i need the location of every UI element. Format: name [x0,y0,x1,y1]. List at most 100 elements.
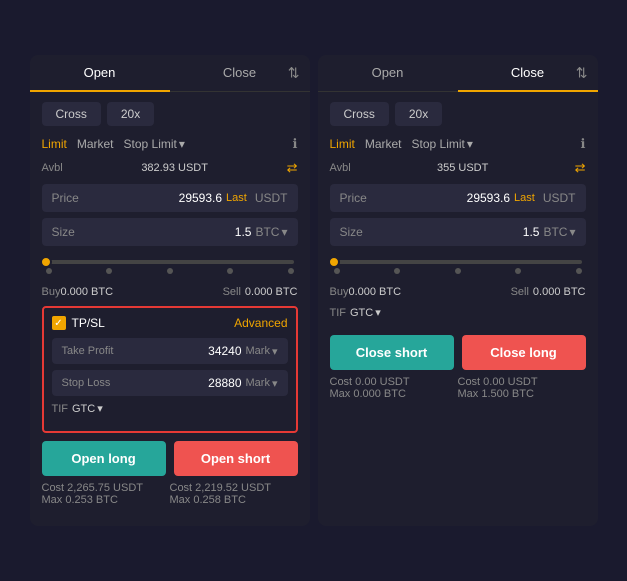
right-cross-leverage-row: Cross 20x [330,102,586,126]
sort-icon[interactable]: ⇅ [288,65,300,82]
take-profit-row[interactable]: Take Profit 34240 Mark ▾ [52,338,288,364]
right-short-cost-label: Cost 0.00 USDT [330,376,458,388]
leverage-button[interactable]: 20x [107,102,154,126]
right-tab-open[interactable]: Open [318,55,458,91]
chevron-down-icon: ▾ [467,137,473,151]
right-size-input-row[interactable]: Size 1.5 BTC ▾ [330,218,586,246]
open-short-button[interactable]: Open short [174,441,298,476]
right-long-max-label: Max 1.500 BTC [458,388,586,400]
tif-value-dropdown[interactable]: GTC ▾ [72,402,103,415]
right-last-label: Last [514,192,535,204]
left-panel: Open Close ⇅ Cross 20x Limit Market Stop… [30,55,310,526]
long-max-label: Max 0.253 BTC [42,494,170,506]
sell-value: 0.000 BTC [245,286,298,298]
avbl-value: 382.93 USDT [141,162,208,174]
sell-label: Sell [223,286,241,298]
short-cost-col: Cost 2,219.52 USDT Max 0.258 BTC [170,482,298,506]
stop-loss-label: Stop Loss [62,377,132,389]
right-price-value: 29593.6 [380,191,511,205]
long-cost-col: Cost 2,265.75 USDT Max 0.253 BTC [42,482,170,506]
size-value: 1.5 [92,225,252,239]
price-value: 29593.6 [92,191,223,205]
left-tab-open[interactable]: Open [30,55,170,92]
right-tab-bar: Open Close ⇅ [318,55,598,92]
size-currency-dropdown[interactable]: BTC ▾ [255,225,287,239]
right-tif-value-dropdown[interactable]: GTC ▾ [350,306,381,319]
right-price-currency: USDT [543,191,576,205]
right-size-currency-dropdown[interactable]: BTC ▾ [543,225,575,239]
right-cross-button[interactable]: Cross [330,102,389,126]
limit-button[interactable]: Limit [42,137,67,151]
close-long-button[interactable]: Close long [462,335,586,370]
cost-row: Cost 2,265.75 USDT Max 0.253 BTC Cost 2,… [42,482,298,506]
short-max-label: Max 0.258 BTC [170,494,298,506]
right-buy-sell-row: Buy 0.000 BTC Sell 0.000 BTC [330,286,586,298]
right-info-icon[interactable]: ℹ [581,136,586,152]
take-profit-value: 34240 [132,344,242,358]
stop-loss-mark-dropdown[interactable]: Mark ▾ [246,377,278,390]
size-label: Size [52,225,92,239]
market-button[interactable]: Market [77,137,114,151]
right-action-buttons-row: Close short Close long [330,335,586,370]
right-price-label: Price [340,191,380,205]
right-slider-dot-75 [515,268,521,274]
tpsl-checkbox[interactable]: ✓ TP/SL [52,316,105,330]
right-stop-limit-button[interactable]: Stop Limit ▾ [412,137,473,151]
right-short-cost-col: Cost 0.00 USDT Max 0.000 BTC [330,376,458,400]
right-avbl-label: Avbl [330,162,351,174]
chevron-down-icon: ▾ [569,225,575,239]
stop-loss-row[interactable]: Stop Loss 28880 Mark ▾ [52,370,288,396]
right-slider-dot-50 [455,268,461,274]
cross-leverage-row: Cross 20x [42,102,298,126]
slider-dot-0 [46,268,52,274]
size-input-row[interactable]: Size 1.5 BTC ▾ [42,218,298,246]
tpsl-header: ✓ TP/SL Advanced [52,316,288,330]
checkbox-checked: ✓ [52,316,66,330]
right-leverage-button[interactable]: 20x [395,102,442,126]
right-order-type-row: Limit Market Stop Limit ▾ ℹ [330,136,586,152]
right-tif-label: TIF [330,307,347,319]
sort-icon-right[interactable]: ⇅ [576,65,588,82]
slider-dot-25 [106,268,112,274]
tif-label: TIF [52,403,69,415]
short-cost-label: Cost 2,219.52 USDT [170,482,298,494]
right-slider-track[interactable] [334,260,582,264]
right-slider-dot-25 [394,268,400,274]
slider-dot-100 [288,268,294,274]
price-label: Price [52,191,92,205]
take-profit-label: Take Profit [62,345,132,357]
stop-limit-button[interactable]: Stop Limit ▾ [124,137,185,151]
close-short-button[interactable]: Close short [330,335,454,370]
slider-track[interactable] [46,260,294,264]
right-limit-button[interactable]: Limit [330,137,355,151]
advanced-button[interactable]: Advanced [234,316,287,330]
open-long-button[interactable]: Open long [42,441,166,476]
avbl-row: Avbl 382.93 USDT ⇄ [42,160,298,176]
right-slider-dot-0 [334,268,340,274]
right-avbl-row: Avbl 355 USDT ⇄ [330,160,586,176]
slider-dots [46,268,294,274]
tpsl-label: TP/SL [72,316,105,330]
cross-button[interactable]: Cross [42,102,101,126]
price-input-row[interactable]: Price 29593.6 Last USDT [42,184,298,212]
right-avbl-value: 355 USDT [437,162,488,174]
transfer-icon[interactable]: ⇄ [287,160,298,176]
right-transfer-icon[interactable]: ⇄ [575,160,586,176]
right-size-label: Size [340,225,380,239]
right-tif-row: TIF GTC ▾ [330,306,586,319]
tpsl-box: ✓ TP/SL Advanced Take Profit 34240 Mark … [42,306,298,433]
right-market-button[interactable]: Market [365,137,402,151]
right-cost-row: Cost 0.00 USDT Max 0.000 BTC Cost 0.00 U… [330,376,586,400]
right-sell-value: 0.000 BTC [533,286,586,298]
slider-thumb[interactable] [40,256,52,268]
info-icon[interactable]: ℹ [293,136,298,152]
buy-sell-row: Buy 0.000 BTC Sell 0.000 BTC [42,286,298,298]
take-profit-mark-dropdown[interactable]: Mark ▾ [246,345,278,358]
price-currency: USDT [255,191,288,205]
slider-container [42,252,298,282]
buy-value: 0.000 BTC [60,286,113,298]
right-price-input-row[interactable]: Price 29593.6 Last USDT [330,184,586,212]
right-slider-thumb[interactable] [328,256,340,268]
slider-dot-75 [227,268,233,274]
long-cost-label: Cost 2,265.75 USDT [42,482,170,494]
